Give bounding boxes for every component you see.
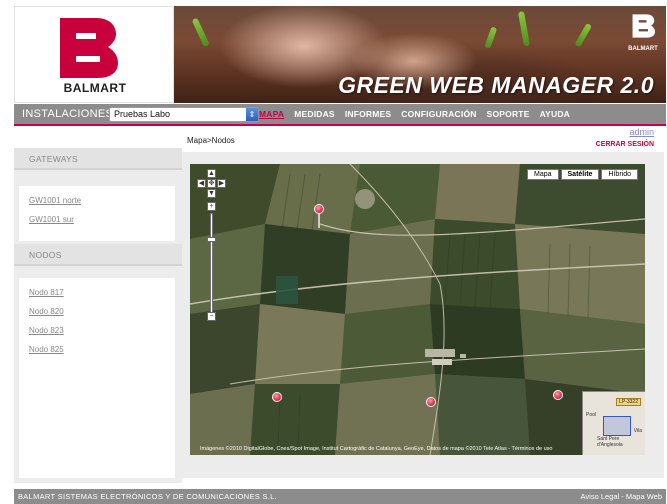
map-marker-pin-icon[interactable]	[272, 392, 282, 402]
gateway-link[interactable]: GW1001 norte	[29, 196, 175, 205]
map-marker-pin-icon[interactable]	[426, 397, 436, 407]
navbar: INSTALACIONES: Pruebas Labo ⇕ MAPA MEDID…	[14, 104, 666, 126]
overview-viewport[interactable]	[603, 416, 631, 436]
logo[interactable]: BALMART	[14, 6, 174, 103]
installation-select-value: Pruebas Labo	[114, 109, 171, 119]
gateways-header: GATEWAYS	[14, 148, 182, 170]
zoom-slider-handle[interactable]	[207, 237, 216, 242]
nodes-header: NODOS	[14, 244, 182, 266]
sidebar: GATEWAYS GW1001 norte GW1001 sur NODOS N…	[14, 148, 182, 483]
satellite-map[interactable]: Mapa Satélite Híbrido ▲ ◀ ✥ ▶ ▼ + − Imág…	[190, 164, 645, 455]
app-title: GREEN WEB MANAGER 2.0	[338, 72, 654, 98]
gateway-link[interactable]: GW1001 sur	[29, 215, 175, 224]
sprout-decoration	[484, 26, 498, 50]
zoom-out-icon[interactable]: −	[207, 312, 216, 321]
node-link[interactable]: Nodo 825	[29, 345, 175, 354]
logout-link[interactable]: CERRAR SESIÓN	[596, 141, 654, 148]
footer-links: Aviso Legal - Mapa Web	[581, 492, 662, 501]
legal-notice-link[interactable]: Aviso Legal	[581, 492, 620, 501]
banner-logo: BALMART	[626, 12, 660, 56]
map-attribution: Imágenes ©2010 DigitalGlobe, Cnes/Spot I…	[200, 446, 553, 452]
node-link[interactable]: Nodo 820	[29, 307, 175, 316]
header-banner: BALMART GREEN WEB MANAGER 2.0	[174, 6, 666, 103]
nav-item-soporte[interactable]: SOPORTE	[487, 109, 530, 119]
nav-item-medidas[interactable]: MEDIDAS	[294, 109, 335, 119]
map-type-control: Mapa Satélite Híbrido	[525, 169, 638, 180]
installations-label: INSTALACIONES:	[22, 108, 117, 120]
map-marker-pin-icon[interactable]	[314, 204, 324, 214]
admin-link[interactable]: admin	[629, 127, 654, 137]
nav-item-mapa[interactable]: MAPA	[259, 109, 284, 119]
pan-up-icon[interactable]: ▲	[207, 169, 216, 178]
overview-label: Sant Pere d'Anglesola	[597, 436, 623, 448]
installation-select[interactable]: Pruebas Labo ⇕	[109, 107, 259, 122]
overview-label: Pool	[586, 412, 597, 418]
map-type-button-hibrido[interactable]: Híbrido	[601, 169, 638, 180]
pan-right-icon[interactable]: ▶	[217, 179, 226, 188]
breadcrumb: Mapa>Nodos	[187, 136, 235, 145]
balmart-logo-icon	[632, 14, 655, 38]
map-type-button-mapa[interactable]: Mapa	[527, 169, 559, 180]
main-menu: MAPA MEDIDAS INFORMES CONFIGURACIÓN SOPO…	[259, 109, 570, 119]
road-badge: LP-3322	[616, 398, 641, 406]
footer: BALMART SISTEMAS ELECTRÓNICOS Y DE COMUN…	[14, 489, 666, 504]
nav-item-informes[interactable]: INFORMES	[345, 109, 391, 119]
reset-view-icon[interactable]: ✥	[207, 179, 216, 188]
select-arrows-icon: ⇕	[246, 108, 258, 121]
sitemap-link[interactable]: Mapa Web	[626, 492, 662, 501]
header: BALMART BALMART GREEN WEB MANAGER 2.0	[14, 6, 666, 103]
sprout-decoration	[574, 22, 593, 48]
balmart-logo-icon	[60, 18, 118, 78]
zoom-slider[interactable]	[210, 213, 213, 317]
node-link[interactable]: Nodo 817	[29, 288, 175, 297]
footer-separator: -	[619, 492, 626, 501]
nav-item-ayuda[interactable]: AYUDA	[540, 109, 570, 119]
footer-company: BALMART SISTEMAS ELECTRÓNICOS Y DE COMUN…	[18, 492, 278, 501]
logo-text: BALMART	[63, 81, 127, 95]
nav-item-configuracion[interactable]: CONFIGURACIÓN	[401, 109, 476, 119]
gateways-panel: GW1001 norte GW1001 sur	[19, 186, 175, 241]
map-marker-pin-icon[interactable]	[553, 390, 563, 400]
map-frame: Mapa Satélite Híbrido ▲ ◀ ✥ ▶ ▼ + − Imág…	[182, 152, 664, 478]
sprout-decoration	[191, 17, 210, 48]
pan-left-icon[interactable]: ◀	[197, 179, 206, 188]
map-type-button-satelite[interactable]: Satélite	[560, 169, 600, 180]
overview-label: Vila	[633, 428, 642, 434]
nodes-panel: Nodo 817 Nodo 820 Nodo 823 Nodo 825	[19, 278, 175, 478]
banner-logo-text: BALMART	[628, 46, 658, 52]
zoom-in-icon[interactable]: +	[207, 202, 216, 211]
sprout-decoration	[517, 11, 530, 47]
satellite-imagery	[190, 164, 645, 455]
overview-map[interactable]: LP-3322 Pool Vila Sant Pere d'Anglesola	[582, 391, 645, 455]
pan-down-icon[interactable]: ▼	[207, 189, 216, 198]
node-link[interactable]: Nodo 823	[29, 326, 175, 335]
